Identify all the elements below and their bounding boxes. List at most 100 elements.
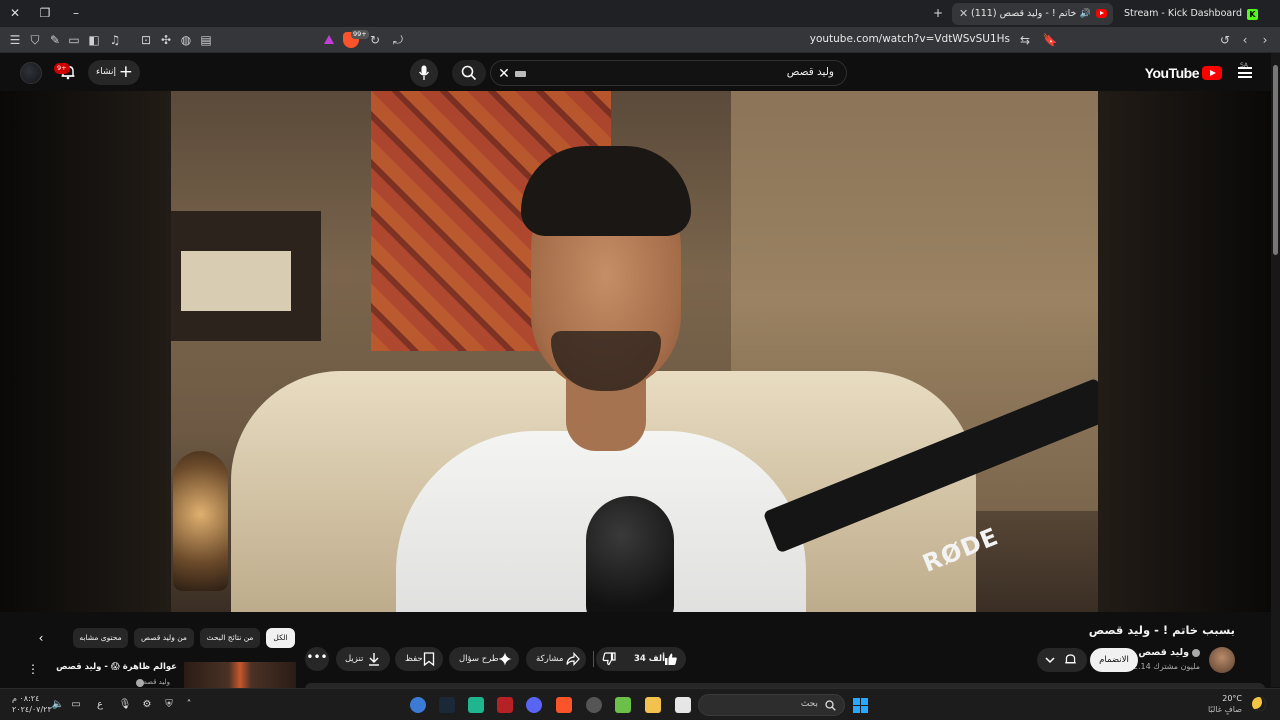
minimize-window-icon[interactable]: – (67, 5, 85, 21)
brave-app-icon[interactable] (556, 697, 572, 713)
close-tab-icon[interactable]: ✕ (959, 3, 968, 25)
discord-app-icon[interactable] (526, 697, 542, 713)
channel-avatar[interactable] (1209, 647, 1235, 673)
subscribed-dropdown-button[interactable] (1037, 648, 1087, 672)
search-query: وليد قصص (786, 66, 834, 78)
windows-start-icon[interactable] (853, 698, 868, 713)
download-icon (369, 653, 379, 666)
new-tab-icon[interactable]: + (929, 5, 947, 21)
join-button[interactable]: الانضمام (1090, 648, 1138, 672)
rewards-triangle-icon[interactable] (324, 35, 334, 44)
search-input[interactable]: وليد قصص ✕ (490, 60, 847, 86)
tab-kick-dashboard[interactable]: Stream - Kick Dashboard K (1115, 3, 1265, 25)
vpn-shield-icon[interactable]: ⛉ (27, 32, 43, 48)
recommended-more-icon[interactable]: ⋮ (27, 662, 39, 676)
store-app-icon[interactable] (615, 697, 631, 713)
language-indicator[interactable]: ع (93, 698, 107, 712)
clock-date[interactable]: ٢٠٢٤/٠٧/٢٣ (12, 705, 52, 714)
task-view-icon[interactable] (675, 697, 691, 713)
save-button[interactable]: حفظ (395, 647, 443, 671)
weather-moon-icon[interactable] (1252, 697, 1266, 711)
security-tray-icon[interactable]: ⛨ (162, 698, 176, 712)
video-player[interactable]: RØDE (0, 91, 1271, 612)
steam-tray-icon[interactable]: ⚙ (140, 698, 154, 712)
weather-temperature[interactable]: 20°C (1222, 694, 1242, 703)
site-settings-icon[interactable]: ⇆ (1017, 32, 1033, 48)
steam-app-icon[interactable] (439, 697, 455, 713)
keyboard-icon[interactable] (515, 71, 526, 77)
xbox-app-icon[interactable] (468, 697, 484, 713)
scrollbar-thumb[interactable] (1273, 65, 1278, 255)
audio-icon[interactable]: 🔊 (1080, 3, 1091, 25)
restore-window-icon[interactable]: ❐ (36, 5, 54, 21)
chevron-left-icon[interactable]: ‹ (33, 630, 49, 646)
recommended-title[interactable]: عوالم ظاهرة 😱 - وليد قصص (56, 662, 177, 672)
search-icon (461, 65, 477, 81)
weather-description[interactable]: صافٍ غالبًا (1208, 705, 1242, 714)
reload-icon[interactable]: ↻ (367, 32, 383, 48)
shields-count-badge: 99+ (351, 30, 369, 39)
page-scrollbar[interactable] (1271, 53, 1280, 687)
search-icon (825, 700, 836, 711)
close-window-icon[interactable]: ✕ (6, 5, 24, 21)
share-icon (566, 652, 580, 666)
bookmark-icon[interactable]: 🔖 (1042, 32, 1058, 48)
refresh-icon[interactable]: ↺ (1217, 32, 1233, 48)
network-icon[interactable]: ▭ (69, 698, 83, 712)
taskbar-search-input[interactable]: بحث (698, 694, 845, 716)
back-icon[interactable]: ‹ (1237, 32, 1253, 48)
settings-app-icon[interactable] (410, 697, 426, 713)
browser-toolbar: ☰ ⛉ ✎ ▭ ◧ ♫ ⊡ ✣ ◍ ▤ ↻ ⤾ youtube.com/watc… (0, 27, 1280, 53)
tab-groups-icon[interactable]: ▭ (66, 32, 82, 48)
sidebar-menu-icon[interactable]: ☰ (7, 32, 23, 48)
download-button[interactable]: تنزيل (336, 647, 390, 671)
tab-youtube[interactable]: ✕ (111) بسبب خاتم ! - وليد قصص 🔊 (952, 3, 1113, 25)
cookie-icon[interactable]: ◍ (178, 32, 194, 48)
news-app-icon[interactable] (497, 697, 513, 713)
ask-button[interactable]: طرح سؤال (449, 647, 519, 671)
chip-related[interactable]: محتوى مشابه (73, 628, 128, 648)
create-label: إنشاء (96, 67, 117, 77)
channel-name[interactable]: وليد قصص (1138, 647, 1200, 658)
music-icon[interactable]: ♫ (107, 32, 123, 48)
thumbs-up-icon (665, 653, 677, 665)
sync-icon[interactable]: ⤾ (390, 32, 406, 48)
share-button[interactable]: مشاركة (526, 647, 586, 671)
mouse-app-icon[interactable] (586, 697, 602, 713)
wallet-icon[interactable]: ▤ (198, 32, 214, 48)
clear-search-icon[interactable]: ✕ (494, 64, 514, 84)
puzzle-icon[interactable]: ✣ (158, 32, 174, 48)
sidebar-icon[interactable]: ◧ (86, 32, 102, 48)
create-button[interactable]: إنشاء + (88, 60, 140, 85)
chip-all[interactable]: الكل (266, 628, 295, 648)
video-title: بسبب خاتم ! - وليد قصص (1088, 623, 1235, 637)
volume-icon[interactable]: 🔈 (51, 698, 65, 712)
taskbar-search-placeholder: بحث (800, 699, 818, 709)
file-explorer-icon[interactable] (645, 697, 661, 713)
video-frame[interactable]: RØDE (171, 91, 1098, 612)
chip-search-results[interactable]: من نتائج البحث (200, 628, 260, 648)
account-avatar[interactable] (20, 62, 42, 84)
youtube-logo[interactable]: YouTube (1145, 64, 1222, 82)
mic-tray-icon[interactable]: 🎙 (118, 698, 132, 712)
voice-search-button[interactable] (410, 59, 438, 87)
browser-tab-strip: ✕ ❐ – + ✕ (111) بسبب خاتم ! - وليد قصص 🔊… (0, 0, 1280, 27)
recommended-thumbnail[interactable] (184, 662, 296, 688)
share-label: مشاركة (536, 654, 564, 664)
clock-time[interactable]: ٠٨:٢٤ م (12, 694, 39, 703)
search-button[interactable] (452, 60, 486, 86)
dislike-button[interactable] (591, 647, 625, 671)
download-label: تنزيل (345, 654, 364, 664)
video-info-area: بسبب خاتم ! - وليد قصص وليد قصص 2.14 ملي… (0, 612, 1271, 689)
more-actions-button[interactable]: ••• (305, 647, 329, 671)
forward-icon[interactable]: › (1257, 32, 1273, 48)
background-lamp (173, 451, 228, 591)
chip-from-channel[interactable]: من وليد قصص (134, 628, 194, 648)
extensions-icon[interactable]: ✎ (47, 32, 63, 48)
bookmark-save-icon (423, 652, 435, 666)
address-bar-url[interactable]: youtube.com/watch?v=VdtWSvSU1Hs (810, 33, 1010, 45)
tab-title: (111) بسبب خاتم ! - وليد قصص (971, 8, 1079, 19)
screenshot-icon[interactable]: ⊡ (138, 32, 154, 48)
chevron-up-icon[interactable]: ˄ (182, 698, 196, 712)
youtube-play-icon (1202, 66, 1222, 80)
